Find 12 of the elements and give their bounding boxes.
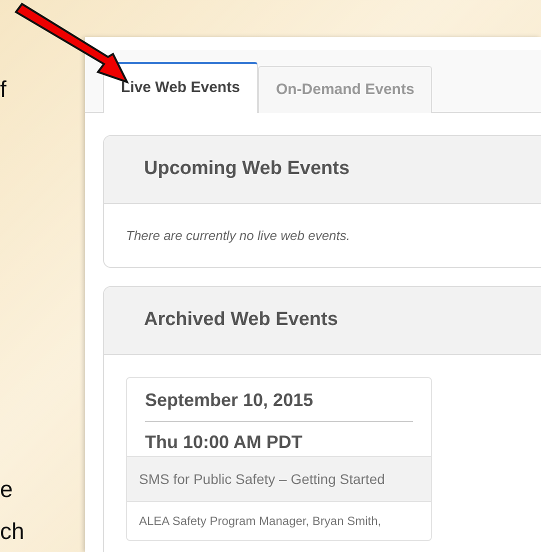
event-time: Thu 10:00 AM PDT xyxy=(145,430,304,454)
tab[interactable]: Live Web Events xyxy=(103,62,258,113)
panel-heading: Upcoming Web Events xyxy=(104,136,541,204)
slide-text-fragment: f xyxy=(0,78,6,101)
event-date: September 10, 2015 xyxy=(145,388,314,412)
slide-text-fragment: e xyxy=(0,478,13,501)
tab[interactable]: On-Demand Events xyxy=(258,66,432,113)
empty-message: There are currently no live web events. xyxy=(125,226,351,245)
event-title[interactable]: SMS for Public Safety – Getting Started xyxy=(127,456,431,501)
event-presenter: ALEA Safety Program Manager, Bryan Smith, xyxy=(127,500,431,540)
slide-text-fragment: ch xyxy=(0,520,24,543)
panel-heading: Archived Web Events xyxy=(104,287,541,354)
